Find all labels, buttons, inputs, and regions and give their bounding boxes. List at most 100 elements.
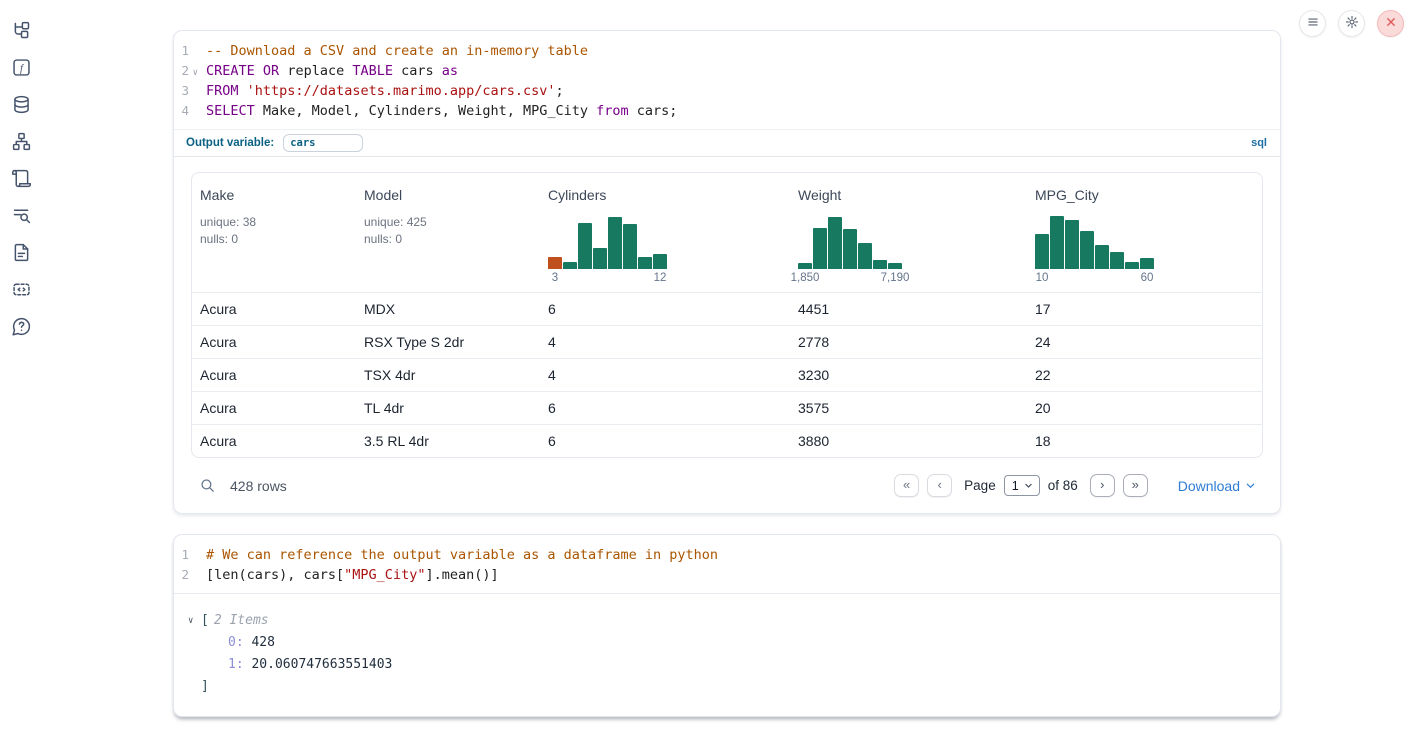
language-badge[interactable]: sql xyxy=(1251,137,1267,149)
sidebar-item-file-tree[interactable] xyxy=(10,21,32,43)
table-cell: 3575 xyxy=(790,400,1027,416)
table-cell: Acura xyxy=(192,334,356,350)
function-icon: f xyxy=(11,57,32,81)
pagination: « ‹ Page 1 of 86 › » Download xyxy=(894,474,1256,497)
database-icon xyxy=(11,94,32,118)
column-summary: unique: 425nulls: 0 xyxy=(364,214,532,247)
page-select[interactable]: 1 xyxy=(1004,475,1040,496)
column-name[interactable]: MPG_City xyxy=(1035,187,1099,203)
items-count: 2 Items xyxy=(214,610,269,632)
line-number: 1 xyxy=(174,41,198,61)
table-row[interactable]: AcuraMDX6445117 xyxy=(192,292,1262,325)
column-summary: unique: 38nulls: 0 xyxy=(200,214,348,247)
table-cell: 3880 xyxy=(790,433,1027,449)
chevron-down-icon xyxy=(1024,479,1033,493)
python-editor[interactable]: 1# We can reference the output variable … xyxy=(174,535,1280,594)
table-cell: 20 xyxy=(1027,400,1262,416)
page-label: Page xyxy=(964,478,996,493)
sidebar-item-dependency-graph[interactable] xyxy=(10,132,32,154)
axis-max-label: 7,190 xyxy=(881,272,910,284)
table-cell: 4 xyxy=(540,367,790,383)
table-cell: 24 xyxy=(1027,334,1262,350)
table-cell: TL 4dr xyxy=(356,400,540,416)
code-text: [len(cars), cars["MPG_City"].mean()] xyxy=(206,565,499,585)
first-page-button[interactable]: « xyxy=(894,474,919,497)
close-icon xyxy=(1384,15,1398,32)
table-row[interactable]: AcuraRSX Type S 2dr4277824 xyxy=(192,325,1262,358)
histogram-bar xyxy=(1065,220,1079,269)
code-line: 4SELECT Make, Model, Cylinders, Weight, … xyxy=(174,101,1280,121)
table-row[interactable]: AcuraTL 4dr6357520 xyxy=(192,391,1262,424)
scroll-icon xyxy=(11,168,32,192)
row-count: 428 rows xyxy=(230,478,287,494)
sidebar: f xyxy=(10,21,34,339)
next-page-button[interactable]: › xyxy=(1090,474,1115,497)
shutdown-button[interactable] xyxy=(1377,10,1404,37)
sql-cell: 1-- Download a CSV and create an in-memo… xyxy=(173,30,1281,514)
table-column-header: MPG_City 10 60 xyxy=(1027,173,1262,292)
axis-min-label: 1,850 xyxy=(791,272,820,284)
histogram-bars xyxy=(548,213,667,269)
menu-button[interactable] xyxy=(1299,10,1326,37)
table-row[interactable]: AcuraTSX 4dr4323022 xyxy=(192,358,1262,391)
histogram-bar xyxy=(593,248,607,269)
notebook: 1-- Download a CSV and create an in-memo… xyxy=(173,0,1281,717)
close-bracket: ] xyxy=(188,676,1280,698)
histogram-bar xyxy=(843,229,857,269)
download-button[interactable]: Download xyxy=(1178,478,1256,494)
collapse-toggle-icon[interactable]: ∨ xyxy=(188,610,201,632)
sidebar-item-scratchpad[interactable] xyxy=(10,169,32,191)
sql-editor[interactable]: 1-- Download a CSV and create an in-memo… xyxy=(174,31,1280,129)
python-output: ∨[2 Items 0: 4281: 20.060747663551403 ] xyxy=(174,594,1280,716)
settings-button[interactable] xyxy=(1338,10,1365,37)
column-histogram[interactable]: 3 12 xyxy=(548,213,667,286)
open-bracket: [ xyxy=(201,610,209,632)
sidebar-item-help[interactable] xyxy=(10,317,32,339)
python-cell: 1# We can reference the output variable … xyxy=(173,534,1281,717)
table-cell: Acura xyxy=(192,433,356,449)
histogram-bar xyxy=(638,257,652,269)
fold-caret-icon[interactable]: ∨ xyxy=(190,63,198,83)
code-line: 1-- Download a CSV and create an in-memo… xyxy=(174,41,1280,61)
column-name[interactable]: Cylinders xyxy=(548,187,606,203)
sidebar-item-snippets[interactable] xyxy=(10,280,32,302)
histogram-bar xyxy=(873,260,887,269)
help-chat-icon xyxy=(11,316,32,340)
tree-entries: 0: 4281: 20.060747663551403 xyxy=(188,632,1280,676)
table-cell: 6 xyxy=(540,433,790,449)
axis-max-label: 60 xyxy=(1141,272,1154,284)
column-histogram[interactable]: 10 60 xyxy=(1035,213,1154,286)
table-cell: Acura xyxy=(192,367,356,383)
chevron-down-icon xyxy=(1245,478,1256,494)
sidebar-item-database[interactable] xyxy=(10,95,32,117)
data-table: Make unique: 38nulls: 0 Model unique: 425nu… xyxy=(191,172,1263,458)
table-cell: 2778 xyxy=(790,334,1027,350)
table-footer: 428 rows « ‹ Page 1 of 86 › » Download xyxy=(174,458,1280,513)
search-list-icon xyxy=(11,205,32,229)
table-cell: 6 xyxy=(540,301,790,317)
sidebar-item-function[interactable]: f xyxy=(10,58,32,80)
table-row[interactable]: Acura3.5 RL 4dr6388018 xyxy=(192,424,1262,457)
axis-min-label: 10 xyxy=(1036,272,1049,284)
table-body: AcuraMDX6445117AcuraRSX Type S 2dr427782… xyxy=(192,292,1262,457)
table-column-header: Weight1,8507,190 xyxy=(790,173,1027,292)
column-name[interactable]: Model xyxy=(364,187,402,203)
axis-min-label: 3 xyxy=(552,272,558,284)
search-icon[interactable] xyxy=(199,477,216,494)
line-number: 4 xyxy=(174,101,198,121)
sidebar-item-logs[interactable] xyxy=(10,206,32,228)
table-cell: 3230 xyxy=(790,367,1027,383)
column-histogram[interactable]: 1,8507,190 xyxy=(798,213,902,286)
output-variable-input[interactable] xyxy=(283,134,363,152)
table-cell: 4451 xyxy=(790,301,1027,317)
table-cell: RSX Type S 2dr xyxy=(356,334,540,350)
axis-max-label: 12 xyxy=(654,272,667,284)
column-name[interactable]: Weight xyxy=(798,187,841,203)
sidebar-item-documentation[interactable] xyxy=(10,243,32,265)
prev-page-button[interactable]: ‹ xyxy=(927,474,952,497)
sitemap-icon xyxy=(11,131,32,155)
last-page-button[interactable]: » xyxy=(1123,474,1148,497)
column-name[interactable]: Make xyxy=(200,187,234,203)
page-total-label: of 86 xyxy=(1048,478,1078,493)
tree-value: 20.060747663551403 xyxy=(244,657,393,672)
